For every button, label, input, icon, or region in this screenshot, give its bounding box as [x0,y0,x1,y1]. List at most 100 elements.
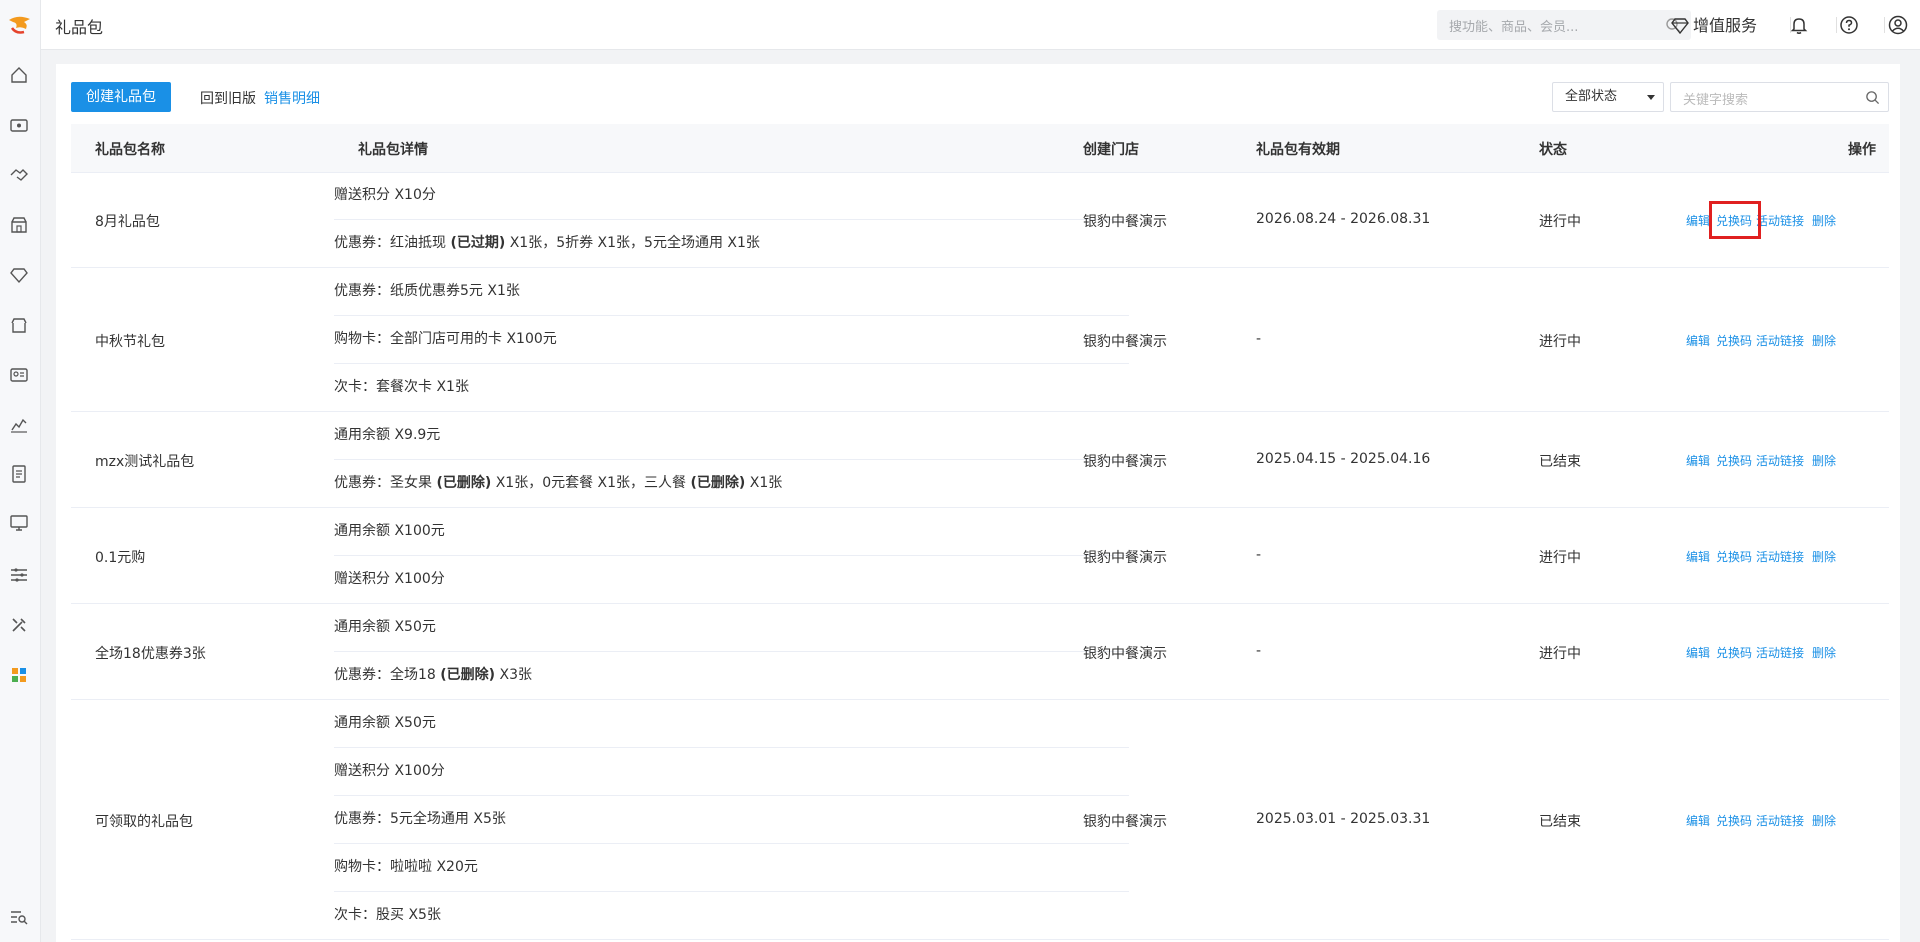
member-card-icon[interactable] [8,364,30,386]
search-icon[interactable] [1865,90,1880,105]
value-added-service-button[interactable]: 增值服务 [1671,12,1757,36]
column-header-store: 创建门店 [1083,142,1139,158]
store-icon[interactable] [8,214,30,236]
edit-link[interactable]: 编辑 [1686,644,1710,661]
gift-package-name: 8月礼品包 [95,214,160,230]
detail-text: 通用余额 X9.9元 [334,427,441,443]
validity-period: 2025.03.01 - 2025.03.31 [1256,811,1431,827]
monitor-icon[interactable] [8,512,30,534]
table-row: mzx测试礼品包 通用余额 X9.9元优惠券：圣女果 (已删除) X1张，0元套餐… [71,412,1889,508]
bell-icon[interactable] [1788,14,1810,36]
detail-text: 通用余额 X50元 [334,619,436,635]
activity-link[interactable]: 活动链接 [1756,212,1804,229]
delete-link[interactable]: 删除 [1812,812,1836,829]
chart-icon[interactable] [8,413,30,435]
detail-text: 优惠券：圣女果 [334,475,437,491]
keyword-search-input[interactable]: 关键字搜索 [1670,82,1889,112]
redeem-code-link[interactable]: 兑换码 [1716,812,1752,829]
store-name: 银豹中餐演示 [1083,334,1167,350]
detail-text: 购物卡：啦啦啦 X20元 [334,859,478,875]
store-name: 银豹中餐演示 [1083,814,1167,830]
detail-text: 赠送积分 X100分 [334,571,445,587]
status-filter-select[interactable]: 全部状态 [1552,82,1664,112]
detail-line: 通用余额 X50元 [334,604,1129,652]
home-icon[interactable] [8,64,30,86]
apps-icon[interactable] [8,664,30,686]
user-avatar-icon[interactable] [1887,14,1909,36]
validity-period: 2025.04.15 - 2025.04.16 [1256,451,1431,467]
activity-link[interactable]: 活动链接 [1756,644,1804,661]
table-row: 全场18优惠券3张 通用余额 X50元 优惠券：全场18 (已删除) X3张 银豹中餐… [71,604,1889,700]
redeem-code-link[interactable]: 兑换码 [1716,452,1752,469]
store-name: 银豹中餐演示 [1083,454,1167,470]
brand-logo[interactable] [6,12,34,38]
diamond-icon[interactable] [8,264,30,286]
detail-text: 优惠券：红油抵现 [334,235,451,251]
highlight-box [1709,201,1761,239]
delete-link[interactable]: 删除 [1812,332,1836,349]
handshake-icon[interactable] [8,164,30,186]
delete-link[interactable]: 删除 [1812,212,1836,229]
activity-link[interactable]: 活动链接 [1756,452,1804,469]
edit-link[interactable]: 编辑 [1686,212,1710,229]
redeem-code-link[interactable]: 兑换码 [1716,548,1752,565]
activity-link[interactable]: 活动链接 [1756,332,1804,349]
gift-package-name: 中秋节礼包 [95,334,165,350]
create-gift-package-button[interactable]: 创建礼品包 [71,82,171,112]
help-icon[interactable] [1838,14,1860,36]
column-header-status: 状态 [1539,142,1567,158]
tools-icon[interactable] [8,614,30,636]
delete-link[interactable]: 删除 [1812,452,1836,469]
delete-link[interactable]: 删除 [1812,644,1836,661]
activity-link[interactable]: 活动链接 [1756,548,1804,565]
validity-period: - [1256,331,1262,347]
validity-period: 2026.08.24 - 2026.08.31 [1256,211,1431,227]
sidebar [0,0,41,942]
diamond-icon [1671,18,1689,35]
value-added-service-label: 增值服务 [1693,16,1758,35]
global-search-input[interactable]: 搜功能、商品、会员... [1437,10,1691,40]
activity-link[interactable]: 活动链接 [1756,812,1804,829]
redeem-code-link[interactable]: 兑换码 [1716,332,1752,349]
detail-text: 优惠券：全场18 [334,667,441,683]
column-header-actions: 操作 [1848,142,1876,158]
column-header-name: 礼品包名称 [95,142,165,158]
table-row: 中秋节礼包 优惠券：纸质优惠券5元 X1张 购物卡：全部门店可用的卡 X100元 次卡… [71,268,1889,412]
edit-link[interactable]: 编辑 [1686,548,1710,565]
back-to-old-version-link[interactable]: 回到旧版 [200,88,256,108]
store-name: 银豹中餐演示 [1083,646,1167,662]
detail-text: X1张 [745,475,783,491]
detail-status-tag: (已删除) [440,667,496,683]
gift-package-name: 0.1元购 [95,550,146,566]
delete-link[interactable]: 删除 [1812,548,1836,565]
page-title: 礼品包 [55,18,104,37]
status-label: 进行中 [1539,646,1581,662]
detail-line: 次卡：套餐次卡 X1张 [334,364,1129,411]
sales-detail-link[interactable]: 销售明细 [264,88,320,108]
global-search-placeholder: 搜功能、商品、会员... [1449,20,1579,35]
detail-line: 通用余额 X100元 [334,508,1129,556]
table-row: 可领取的礼品包 通用余额 X50元 赠送积分 X100分 优惠券：5元全场通用 X5张… [71,700,1889,940]
edit-link[interactable]: 编辑 [1686,812,1710,829]
validity-period: - [1256,643,1262,659]
search-list-icon[interactable] [8,906,30,928]
gift-package-name: 全场18优惠券3张 [95,646,206,662]
detail-line: 通用余额 X9.9元 [334,412,1129,460]
status-label: 进行中 [1539,550,1581,566]
wallet-icon[interactable] [8,114,30,136]
detail-line: 优惠券：全场18 (已删除) X3张 [334,652,1129,699]
detail-text: 购物卡：全部门店可用的卡 X100元 [334,331,557,347]
detail-line: 优惠券：圣女果 (已删除) X1张，0元套餐 X1张，三人餐 (已删除) X1张 [334,460,1129,507]
edit-link[interactable]: 编辑 [1686,452,1710,469]
edit-link[interactable]: 编辑 [1686,332,1710,349]
gift-package-name: mzx测试礼品包 [95,454,195,470]
keyword-search-placeholder: 关键字搜索 [1683,93,1749,108]
detail-text: X3张 [495,667,533,683]
settings-sliders-icon[interactable] [8,564,30,586]
report-icon[interactable] [8,463,30,485]
redeem-code-link[interactable]: 兑换码 [1716,644,1752,661]
detail-text: 优惠券：5元全场通用 X5张 [334,811,506,827]
shop-icon[interactable] [8,314,30,336]
table-row: 0.1元购 通用余额 X100元 赠送积分 X100分 银豹中餐演示 - 进行中 编辑 兑换码… [71,508,1889,604]
status-label: 进行中 [1539,214,1581,230]
